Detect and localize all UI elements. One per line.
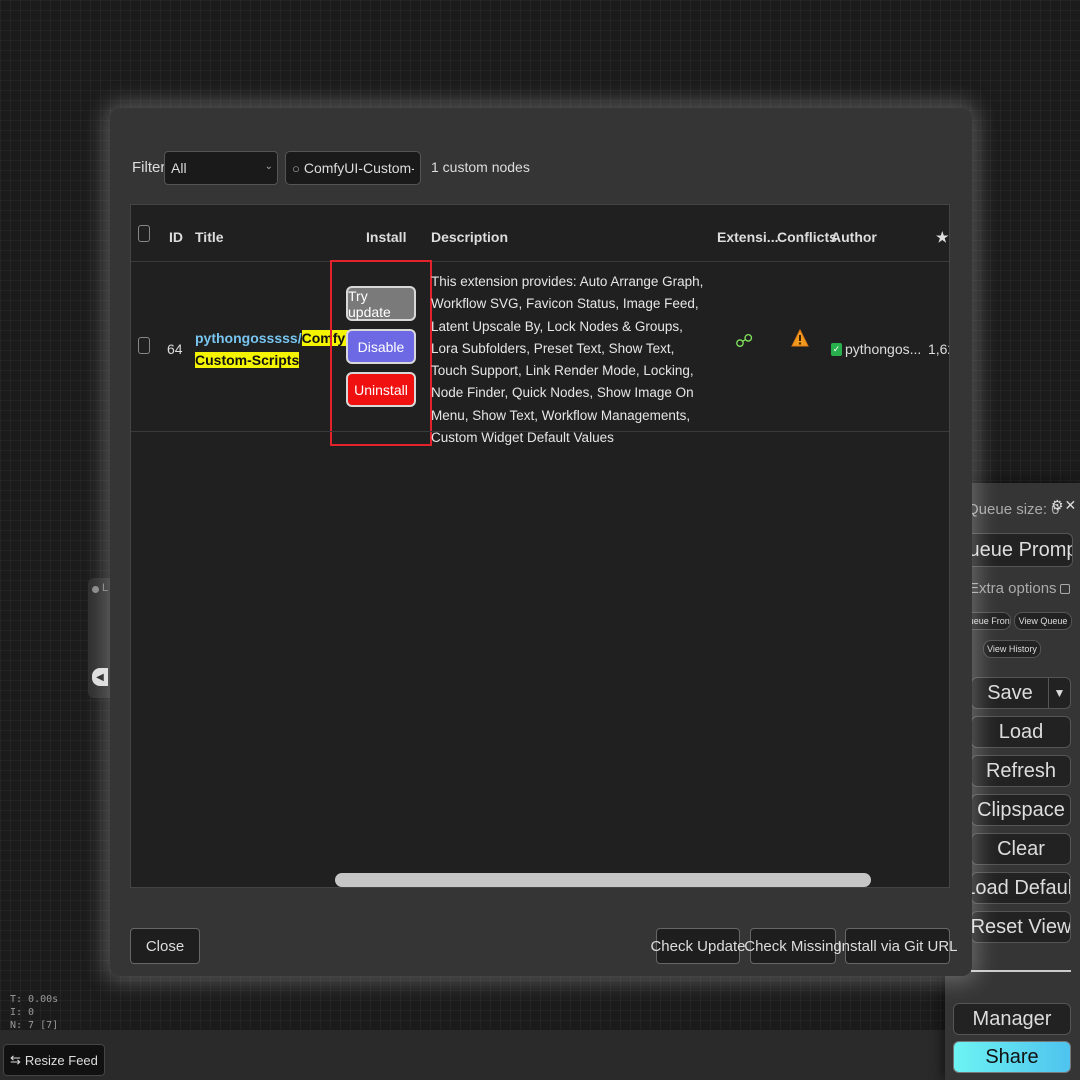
author-cell: ✓ pythongos... bbox=[831, 341, 921, 357]
node-title-link[interactable]: pythongosssss/ComfyUI-Custom-Scripts bbox=[195, 327, 364, 371]
save-button[interactable]: Save ▼ bbox=[971, 677, 1071, 709]
queue-prompt-button[interactable]: Queue Prompt bbox=[963, 533, 1073, 567]
extra-options-checkbox[interactable] bbox=[1059, 583, 1070, 594]
load-button[interactable]: Load bbox=[971, 716, 1071, 748]
column-title[interactable]: Title bbox=[195, 229, 224, 245]
filter-select[interactable]: All ⌄ bbox=[164, 151, 278, 185]
manager-button[interactable]: Manager bbox=[953, 1003, 1071, 1035]
side-panel-letter: L bbox=[102, 582, 109, 594]
conflict-warning-icon[interactable] bbox=[791, 328, 809, 352]
column-id[interactable]: ID bbox=[169, 229, 183, 245]
author-name: pythongos... bbox=[845, 341, 922, 357]
view-queue-button[interactable]: View Queue bbox=[1014, 612, 1072, 630]
queue-size-label: Queue size: 0 bbox=[967, 501, 1060, 518]
stat-time: T: 0.00s bbox=[10, 994, 59, 1005]
save-dropdown-icon[interactable]: ▼ bbox=[1048, 678, 1070, 708]
row-divider bbox=[131, 431, 949, 432]
clear-button[interactable]: Clear bbox=[971, 833, 1071, 865]
search-value: ComfyUI-Custom-Scr bbox=[303, 160, 414, 176]
title-author: pythongosssss bbox=[195, 330, 298, 346]
custom-nodes-manager-dialog: Filter All ⌄ ○ ComfyUI-Custom-Scr 1 cust… bbox=[110, 108, 972, 976]
reset-view-button[interactable]: Reset View bbox=[971, 911, 1071, 943]
load-default-button[interactable]: Load Default bbox=[971, 872, 1071, 904]
menu-divider bbox=[971, 970, 1071, 972]
resize-feed-label: Resize Feed bbox=[24, 1052, 98, 1068]
column-extensions[interactable]: Extensi... bbox=[717, 229, 778, 245]
close-button[interactable]: Close bbox=[130, 928, 200, 964]
custom-nodes-table: ID Title Install Description Extensi... … bbox=[130, 204, 950, 888]
render-stats: T: 0.00s I: 0 N: 7 [7] bbox=[10, 993, 58, 1032]
search-icon: ○ bbox=[292, 160, 300, 176]
column-description[interactable]: Description bbox=[431, 229, 508, 245]
column-install[interactable]: Install bbox=[366, 229, 406, 245]
stat-i: I: 0 bbox=[10, 1007, 35, 1018]
search-input[interactable]: ○ ComfyUI-Custom-Scr bbox=[285, 151, 421, 185]
column-author[interactable]: Author bbox=[831, 229, 877, 245]
verified-check-icon: ✓ bbox=[831, 342, 842, 356]
disable-button[interactable]: Disable bbox=[346, 329, 416, 364]
title-separator: / bbox=[297, 330, 302, 346]
collapse-arrow-icon[interactable]: ◀ bbox=[92, 668, 108, 686]
panel-dot-icon bbox=[92, 586, 99, 593]
refresh-button[interactable]: Refresh bbox=[971, 755, 1071, 787]
check-update-button[interactable]: Check Update bbox=[650, 928, 746, 964]
result-count: 1 custom nodes bbox=[431, 159, 530, 175]
clipspace-button[interactable]: Clipspace bbox=[971, 794, 1071, 826]
column-stars[interactable]: ★ bbox=[936, 229, 949, 246]
row-checkbox[interactable] bbox=[138, 337, 150, 354]
resize-icon: ⇆ bbox=[10, 1052, 21, 1067]
settings-close-icon[interactable]: ⚙✕ bbox=[1051, 497, 1077, 514]
star-count: 1,62 bbox=[928, 341, 949, 357]
chevron-down-icon: ⌄ bbox=[264, 161, 273, 172]
extra-options-row: Extra options bbox=[969, 580, 1070, 597]
header-divider bbox=[131, 261, 949, 262]
filter-label: Filter bbox=[132, 159, 166, 176]
try-update-button[interactable]: Try update bbox=[346, 286, 416, 321]
save-label: Save bbox=[987, 681, 1033, 704]
horizontal-scrollbar[interactable] bbox=[335, 873, 871, 887]
install-git-url-button[interactable]: Install via Git URL bbox=[837, 928, 958, 964]
view-history-button[interactable]: View History bbox=[983, 640, 1041, 658]
resize-feed-button[interactable]: ⇆ Resize Feed bbox=[3, 1044, 105, 1076]
filter-value: All bbox=[171, 160, 187, 176]
column-conflicts[interactable]: Conflicts bbox=[777, 229, 837, 245]
check-missing-button[interactable]: Check Missing bbox=[744, 928, 842, 964]
select-all-checkbox[interactable] bbox=[138, 225, 150, 242]
bottom-bar bbox=[0, 1030, 945, 1080]
row-id: 64 bbox=[167, 341, 183, 357]
uninstall-button[interactable]: Uninstall bbox=[346, 372, 416, 407]
share-button[interactable]: Share bbox=[953, 1041, 1071, 1073]
node-description: This extension provides: Auto Arrange Gr… bbox=[431, 274, 704, 446]
extensions-link-icon[interactable]: ☍ bbox=[735, 331, 753, 352]
extra-options-label: Extra options bbox=[969, 580, 1057, 597]
side-panel-tab[interactable]: L ◀ bbox=[88, 578, 110, 698]
